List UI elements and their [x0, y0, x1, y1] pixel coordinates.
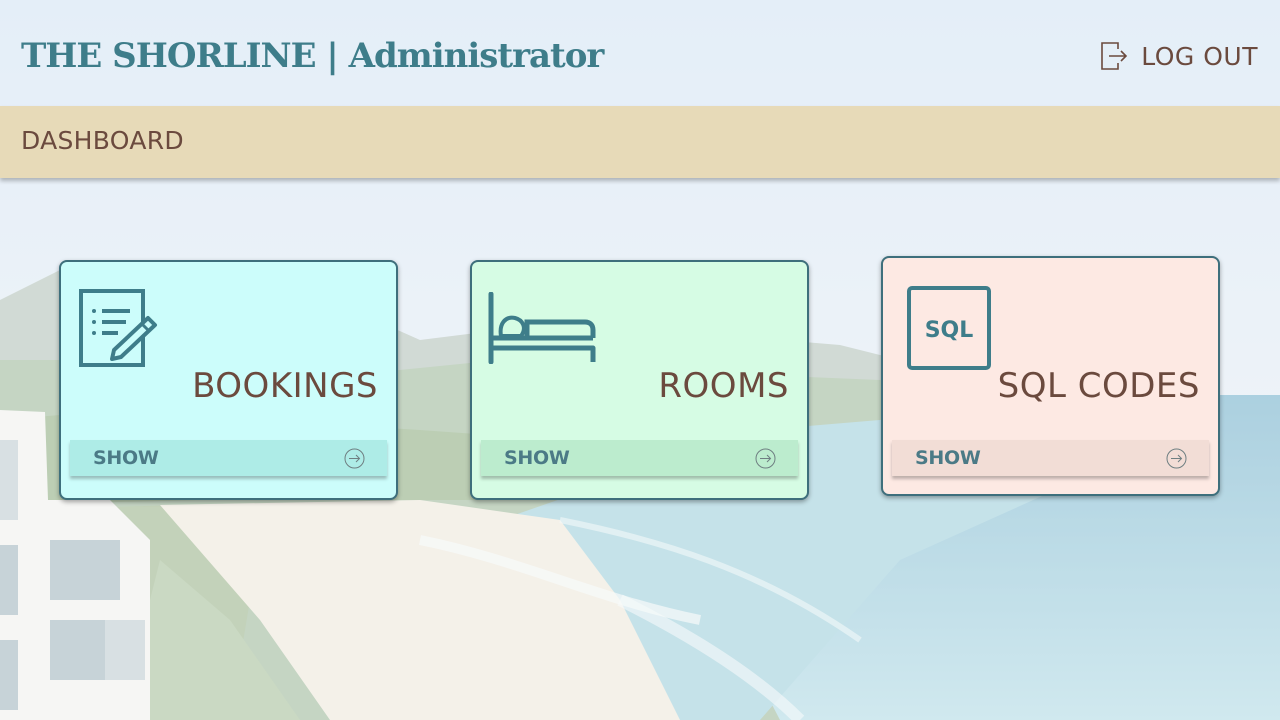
arrow-right-circle-icon	[755, 448, 776, 468]
arrow-right-circle-icon	[344, 448, 365, 468]
rooms-show-label: SHOW	[504, 447, 570, 469]
sql-codes-show-label: SHOW	[915, 447, 981, 469]
top-header: THE SHORLINE | Administrator LOG OUT	[0, 0, 1280, 106]
bed-icon	[488, 292, 596, 364]
sql-codes-card-title: SQL CODES	[997, 366, 1200, 406]
rooms-card[interactable]: ROOMS SHOW	[470, 260, 809, 500]
bookings-card-title: BOOKINGS	[192, 366, 378, 406]
bookings-show-label: SHOW	[93, 447, 159, 469]
logout-label: LOG OUT	[1141, 41, 1258, 71]
logout-icon	[1101, 42, 1128, 70]
sql-icon: SQL	[907, 286, 991, 370]
sql-codes-card[interactable]: SQL SQL CODES SHOW	[881, 256, 1220, 496]
bookings-show-button[interactable]: SHOW	[70, 440, 387, 476]
sql-icon-text: SQL	[925, 318, 974, 343]
arrow-right-circle-icon	[1166, 448, 1187, 468]
dashboard-bar: DASHBOARD	[0, 106, 1280, 178]
page-title: DASHBOARD	[21, 126, 184, 155]
sql-codes-show-button[interactable]: SHOW	[892, 440, 1209, 476]
document-edit-icon	[79, 289, 157, 367]
rooms-show-button[interactable]: SHOW	[481, 440, 798, 476]
rooms-card-title: ROOMS	[658, 366, 789, 406]
app-title: THE SHORLINE | Administrator	[21, 36, 604, 76]
logout-button[interactable]: LOG OUT	[1099, 38, 1258, 74]
bookings-card[interactable]: BOOKINGS SHOW	[59, 260, 398, 500]
